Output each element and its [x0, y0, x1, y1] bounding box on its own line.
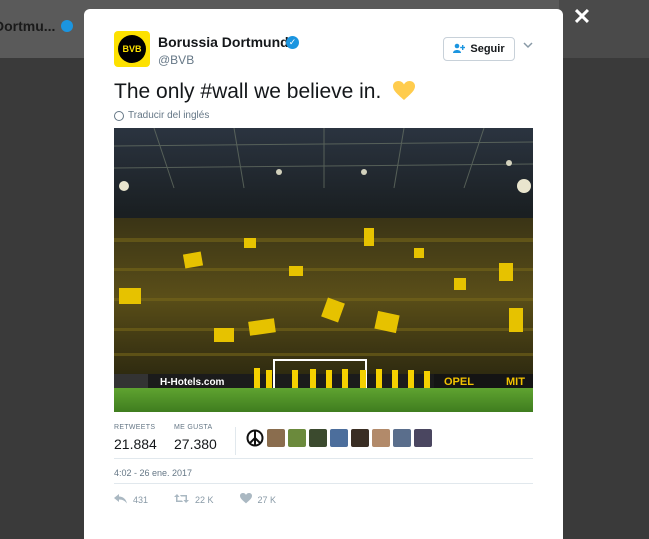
chevron-down-icon[interactable] [523, 41, 533, 51]
yellow-heart-icon [393, 81, 416, 107]
avatar-logo-text: BVB [122, 44, 142, 54]
likes-stat[interactable]: ME GUSTA 27.380 [174, 424, 217, 452]
translate-label: Traducir del inglés [128, 110, 210, 121]
reply-icon [114, 491, 127, 509]
adboard-opel: OPEL [444, 376, 474, 388]
retweets-label: RETWEETS [114, 424, 156, 431]
tweet-text-after: we believe in. [248, 80, 382, 103]
stats-divider [235, 427, 236, 455]
tweet-photo[interactable]: H-Hotels.com OPEL MIT [114, 128, 533, 412]
background-profile: Dortmu... [0, 18, 74, 34]
background-verified-icon [61, 20, 74, 32]
hashtag-link[interactable]: #wall [200, 80, 248, 103]
bvb-logo: BVB [118, 35, 146, 63]
retweets-value: 21.884 [114, 436, 157, 452]
author-name[interactable]: Borussia Dortmund [158, 34, 289, 50]
likes-value: 27.380 [174, 436, 217, 452]
liker-avatar[interactable] [414, 429, 432, 447]
add-user-icon [453, 43, 466, 56]
follow-button-label: Seguir [470, 43, 505, 55]
like-button[interactable]: 27 K [239, 491, 277, 509]
liker-avatar[interactable] [372, 429, 390, 447]
retweets-stat[interactable]: RETWEETS 21.884 [114, 424, 157, 452]
divider [114, 458, 533, 459]
background-profile-name: Dortmu... [0, 18, 56, 34]
liker-avatar-peace[interactable] [246, 429, 264, 447]
likes-label: ME GUSTA [174, 424, 213, 431]
author-handle[interactable]: @BVB [158, 53, 194, 67]
adboard-mit: MIT [506, 376, 525, 388]
liker-avatar[interactable] [351, 429, 369, 447]
retweet-count: 22 K [195, 495, 214, 505]
liker-avatar[interactable] [267, 429, 285, 447]
verified-badge-icon: ✓ [286, 36, 299, 49]
reply-count: 431 [133, 495, 149, 505]
heart-icon [239, 491, 252, 509]
close-icon[interactable]: ✕ [571, 6, 593, 28]
liker-avatar[interactable] [393, 429, 411, 447]
divider [114, 483, 533, 484]
adboard-hotels: H-Hotels.com [160, 377, 225, 388]
retweet-button[interactable]: 22 K [174, 491, 214, 509]
translate-link[interactable]: Traducir del inglés [114, 110, 209, 121]
liker-avatar[interactable] [330, 429, 348, 447]
globe-icon [114, 110, 124, 121]
tweet-timestamp[interactable]: 4:02 - 26 ene. 2017 [114, 468, 192, 478]
tweet-text-before: The only [114, 80, 201, 103]
tweet-actions: 431 22 K 27 K [114, 491, 302, 509]
reply-button[interactable]: 431 [114, 491, 148, 509]
liker-avatar[interactable] [288, 429, 306, 447]
avatar[interactable]: BVB [114, 31, 150, 67]
tweet-modal: BVB Borussia Dortmund ✓ @BVB Seguir The … [84, 9, 563, 539]
retweet-icon [174, 491, 190, 509]
like-count: 27 K [257, 495, 277, 505]
likers-list [246, 429, 432, 447]
follow-button[interactable]: Seguir [443, 37, 515, 61]
tweet-text: The only #wall we believe in. [114, 80, 416, 107]
liker-avatar[interactable] [309, 429, 327, 447]
